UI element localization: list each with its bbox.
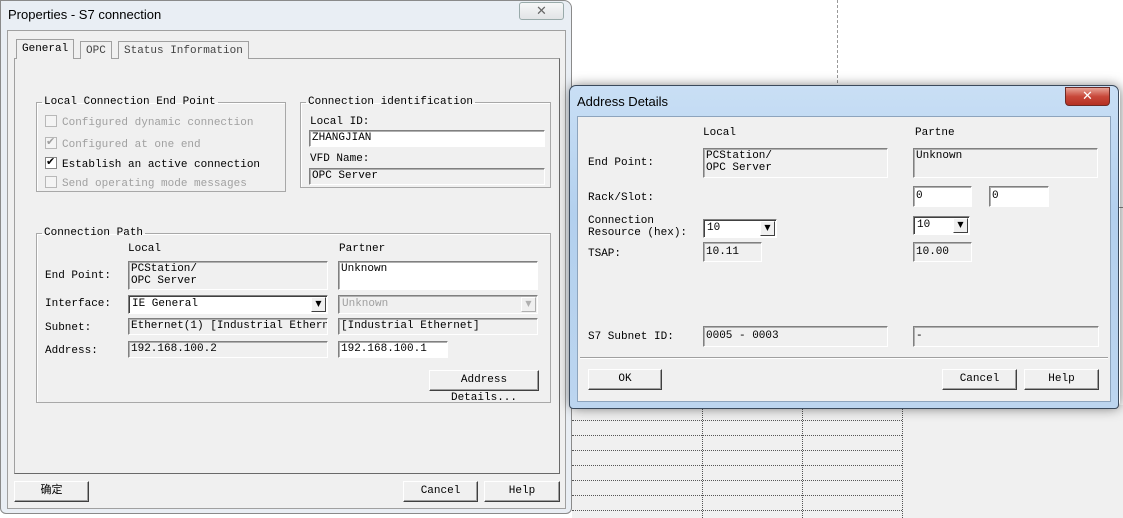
end-point-local-field: PCStation/ OPC Server [128,261,328,290]
address-details-button[interactable]: Address Details... [429,370,539,404]
checkbox-send-operating-mode[interactable]: Send operating mode messages [45,176,247,190]
connection-resource-partner-dropdown[interactable]: 10 ▼ [913,216,970,235]
chevron-down-icon[interactable]: ▼ [760,221,775,236]
grid-row-line [572,510,902,511]
grid-row-line [572,465,902,466]
interface-local-dropdown[interactable]: IE General ▼ [128,295,328,314]
tab-status-information[interactable]: Status Information [118,41,249,59]
address-partner-input[interactable]: 192.168.100.1 [338,341,448,358]
checkbox-box: ✔ [45,155,57,169]
checkbox-configured-dynamic[interactable]: Configured dynamic connection [45,115,253,129]
connection-resource-local-dropdown[interactable]: 10 ▼ [703,219,777,238]
tsap-partner-field: 10.00 [913,242,972,262]
background-panel [904,405,1123,518]
subnet-partner-field: [Industrial Ethernet] [338,318,538,335]
grid-column-line [802,405,803,518]
grid-column-line [702,405,703,518]
properties-dialog: Properties - S7 connection ✕ Local Conne… [0,0,572,514]
ok-button[interactable]: 确定 [14,481,89,502]
grid-row-line [572,420,902,421]
local-column-header: Local [128,243,162,255]
dropdown-value: 10 [917,219,931,231]
grid-row-line [572,435,902,436]
checkbox-box [45,115,57,127]
dialog-title: Properties - S7 connection [8,7,162,22]
cancel-button[interactable]: Cancel [403,481,478,502]
checkbox-label: Configured dynamic connection [62,117,254,129]
dropdown-value: Unknown [342,298,389,310]
end-point-label: End Point: [45,270,112,282]
checkbox-label: Configured at one end [62,139,201,151]
grid-row-line [572,495,902,496]
local-column-header: Local [703,127,737,139]
close-icon: ✕ [1082,89,1093,104]
subnet-label: Subnet: [45,322,92,334]
chevron-down-icon[interactable]: ▼ [953,218,968,233]
end-point-local-field: PCStation/ OPC Server [703,148,888,178]
interface-partner-dropdown[interactable]: Unknown ▼ [338,295,538,314]
help-button[interactable]: Help [1024,369,1099,390]
close-button[interactable]: ✕ [519,2,564,20]
partner-column-header: Partne [915,127,955,139]
cancel-button[interactable]: Cancel [942,369,1017,390]
vfd-name-label: VFD Name: [310,153,370,165]
rack-partner-input[interactable]: 0 [913,186,972,207]
grid-row-line [572,450,902,451]
close-button[interactable]: ✕ [1065,87,1110,106]
slot-partner-input[interactable]: 0 [989,186,1049,207]
checkbox-box [45,176,57,188]
tab-panel-general: Local Connection End Point Configured dy… [14,58,560,474]
checkbox-label: Send operating mode messages [62,178,247,190]
s7-subnet-id-partner-field: - [913,326,1099,347]
end-point-label: End Point: [588,157,655,169]
dropdown-value: 10 [707,222,721,234]
group-legend: Connection identification [308,96,474,108]
tsap-label: TSAP: [588,248,622,260]
check-icon: ✔ [46,155,56,168]
grid-row-line [572,480,902,481]
close-icon: ✕ [536,3,547,18]
background-dashed-guide [837,0,838,88]
checkbox-label: Establish an active connection [62,159,261,171]
checkbox-establish-active[interactable]: ✔ Establish an active connection [45,155,261,171]
local-id-input[interactable]: ZHANGJIAN [309,130,545,147]
connection-resource-label: Connection Resource (hex): [588,215,688,239]
dropdown-value: IE General [132,298,199,310]
tsap-local-field: 10.11 [703,242,762,262]
check-icon: ✔ [46,135,56,148]
checkbox-box: ✔ [45,135,57,149]
address-label: Address: [45,345,98,357]
tab-opc[interactable]: OPC [80,41,112,59]
dialog-client-area: Local Connection End Point Configured dy… [7,30,566,509]
chevron-down-icon: ▼ [521,297,536,312]
background-table-grid [572,405,904,518]
local-id-label: Local ID: [310,116,370,128]
group-legend: Local Connection End Point [44,96,216,108]
end-point-partner-field: Unknown [338,261,538,290]
tab-general[interactable]: General [16,39,75,59]
ok-button[interactable]: OK [588,369,662,390]
interface-label: Interface: [45,298,112,310]
dialog-client-area: Local Partne End Point: PCStation/ OPC S… [577,116,1111,402]
grid-column-line [902,405,903,518]
dialog-title: Address Details [577,94,669,109]
group-legend: Connection Path [44,227,144,239]
partner-column-header: Partner [339,243,386,255]
checkbox-configured-one-end[interactable]: ✔ Configured at one end [45,135,201,151]
help-button[interactable]: Help [484,481,560,502]
end-point-partner-field: Unknown [913,148,1098,178]
address-details-dialog: Address Details ✕ Local Partne End Point… [569,85,1119,409]
rack-slot-label: Rack/Slot: [588,192,655,204]
chevron-down-icon[interactable]: ▼ [311,297,326,312]
vfd-name-field: OPC Server [309,168,545,185]
separator [580,357,1108,359]
subnet-local-field: Ethernet(1) [Industrial Ethernet] [128,318,328,335]
s7-subnet-id-label: S7 Subnet ID: [588,331,674,343]
address-local-field: 192.168.100.2 [128,341,328,358]
s7-subnet-id-local-field: 0005 - 0003 [703,326,888,347]
